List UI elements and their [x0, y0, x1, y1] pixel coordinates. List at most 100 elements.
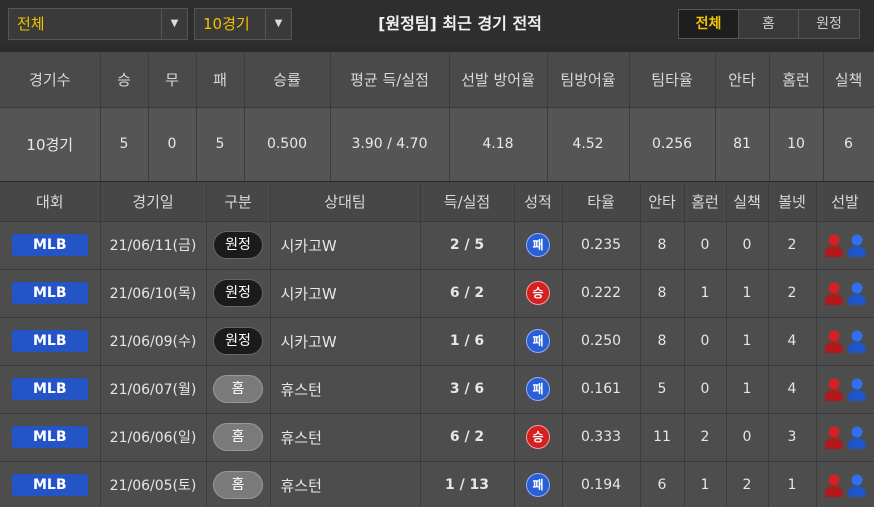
avg-cell: 0.235	[562, 220, 641, 269]
league-cell: MLB	[0, 364, 101, 413]
hits-cell: 8	[640, 316, 685, 365]
hits-cell: 5	[640, 364, 685, 413]
away-starter-icon[interactable]	[847, 281, 867, 305]
summary-header: 승	[100, 52, 149, 108]
away-starter-icon[interactable]	[847, 377, 867, 401]
summary-value: 10	[769, 107, 824, 181]
score-cell: 1 / 13	[420, 460, 515, 507]
opponent-cell: 시카고W	[270, 268, 421, 317]
summary-value: 10경기	[0, 107, 101, 181]
summary-header: 팀방어율	[547, 52, 630, 108]
venue-badge: 원정	[213, 327, 263, 355]
away-starter-icon[interactable]	[847, 233, 867, 257]
venue-tabs: 전체 홈 원정	[678, 9, 860, 39]
opponent-cell: 휴스턴	[270, 364, 421, 413]
result-cell: 패	[514, 460, 563, 507]
summary-header: 팀타율	[629, 52, 716, 108]
games-header: 타율	[562, 182, 641, 221]
chevron-down-icon[interactable]: ▼	[265, 9, 291, 39]
type-cell: 원정	[206, 268, 271, 317]
score-cell: 6 / 2	[420, 268, 515, 317]
league-badge[interactable]: MLB	[11, 330, 88, 352]
type-cell: 홈	[206, 460, 271, 507]
summary-table: 경기수 승 무 패 승률 평균 득/실점 선발 방어율 팀방어율 팀타율 안타 …	[0, 52, 874, 181]
date-cell: 21/06/07(월)	[100, 364, 207, 413]
date-cell: 21/06/11(금)	[100, 220, 207, 269]
league-badge[interactable]: MLB	[11, 282, 88, 304]
table-row[interactable]: MLB 21/06/05(토) 홈 휴스턴 1 / 13 패 0.194 6 1…	[0, 460, 874, 507]
avg-cell: 0.333	[562, 412, 641, 461]
summary-header-row: 경기수 승 무 패 승률 평균 득/실점 선발 방어율 팀방어율 팀타율 안타 …	[0, 52, 874, 108]
hr-cell: 1	[684, 460, 727, 507]
summary-value: 0	[148, 107, 197, 181]
category-select[interactable]: 전체 ▼	[8, 8, 188, 40]
summary-header: 선발 방어율	[449, 52, 548, 108]
result-badge: 패	[526, 233, 550, 257]
type-cell: 원정	[206, 316, 271, 365]
avg-cell: 0.161	[562, 364, 641, 413]
home-starter-icon[interactable]	[824, 425, 844, 449]
date-cell: 21/06/05(토)	[100, 460, 207, 507]
result-badge: 패	[526, 377, 550, 401]
result-cell: 패	[514, 220, 563, 269]
games-header-row: 대회 경기일 구분 상대팀 득/실점 성적 타율 안타 홈런 실책 볼넷 선발	[0, 182, 874, 221]
tab-home[interactable]: 홈	[739, 10, 799, 38]
chevron-down-icon[interactable]: ▼	[161, 9, 187, 39]
summary-value: 81	[715, 107, 770, 181]
games-count-select[interactable]: 10경기 ▼	[194, 8, 292, 40]
category-select-value: 전체	[17, 15, 45, 33]
away-starter-icon[interactable]	[847, 473, 867, 498]
home-starter-icon[interactable]	[824, 473, 844, 498]
starters-cell	[816, 460, 874, 507]
games-header: 안타	[640, 182, 685, 221]
summary-value: 3.90 / 4.70	[330, 107, 450, 181]
table-row[interactable]: MLB 21/06/10(목) 원정 시카고W 6 / 2 승 0.222 8 …	[0, 268, 874, 317]
home-starter-icon[interactable]	[824, 233, 844, 257]
games-table: 대회 경기일 구분 상대팀 득/실점 성적 타율 안타 홈런 실책 볼넷 선발 …	[0, 182, 874, 507]
result-cell: 승	[514, 412, 563, 461]
venue-badge: 원정	[213, 279, 263, 307]
hr-cell: 0	[684, 316, 727, 365]
home-starter-icon[interactable]	[824, 329, 844, 353]
type-cell: 원정	[206, 220, 271, 269]
league-badge[interactable]: MLB	[11, 474, 88, 497]
result-badge: 패	[526, 329, 550, 353]
opponent-cell: 휴스턴	[270, 460, 421, 507]
table-row[interactable]: MLB 21/06/09(수) 원정 시카고W 1 / 6 패 0.250 8 …	[0, 316, 874, 365]
games-body: MLB 21/06/11(금) 원정 시카고W 2 / 5 패 0.235 8 …	[0, 220, 874, 507]
league-badge[interactable]: MLB	[11, 234, 88, 256]
games-header: 성적	[514, 182, 563, 221]
avg-cell: 0.250	[562, 316, 641, 365]
league-cell: MLB	[0, 268, 101, 317]
home-starter-icon[interactable]	[824, 281, 844, 305]
tab-all[interactable]: 전체	[679, 10, 739, 38]
date-cell: 21/06/10(목)	[100, 268, 207, 317]
league-cell: MLB	[0, 460, 101, 507]
league-badge[interactable]: MLB	[11, 426, 88, 448]
errors-cell: 1	[726, 268, 769, 317]
errors-cell: 1	[726, 316, 769, 365]
summary-header: 승률	[244, 52, 331, 108]
away-starter-icon[interactable]	[847, 329, 867, 353]
games-header: 득/실점	[420, 182, 515, 221]
league-cell: MLB	[0, 316, 101, 365]
tab-away[interactable]: 원정	[799, 10, 859, 38]
table-row[interactable]: MLB 21/06/07(월) 홈 휴스턴 3 / 6 패 0.161 5 0 …	[0, 364, 874, 413]
home-starter-icon[interactable]	[824, 377, 844, 401]
hits-cell: 11	[640, 412, 685, 461]
table-row[interactable]: MLB 21/06/06(일) 홈 휴스턴 6 / 2 승 0.333 11 2…	[0, 412, 874, 461]
games-header: 홈런	[684, 182, 727, 221]
table-row[interactable]: MLB 21/06/11(금) 원정 시카고W 2 / 5 패 0.235 8 …	[0, 220, 874, 269]
summary-value-row: 10경기 5 0 5 0.500 3.90 / 4.70 4.18 4.52 0…	[0, 107, 874, 181]
hits-cell: 8	[640, 268, 685, 317]
walks-cell: 2	[768, 268, 817, 317]
hr-cell: 0	[684, 220, 727, 269]
summary-value: 0.500	[244, 107, 331, 181]
summary-header: 평균 득/실점	[330, 52, 450, 108]
avg-cell: 0.194	[562, 460, 641, 507]
league-badge[interactable]: MLB	[11, 378, 88, 400]
away-starter-icon[interactable]	[847, 425, 867, 449]
errors-cell: 0	[726, 220, 769, 269]
avg-cell: 0.222	[562, 268, 641, 317]
starters-cell	[816, 268, 874, 317]
